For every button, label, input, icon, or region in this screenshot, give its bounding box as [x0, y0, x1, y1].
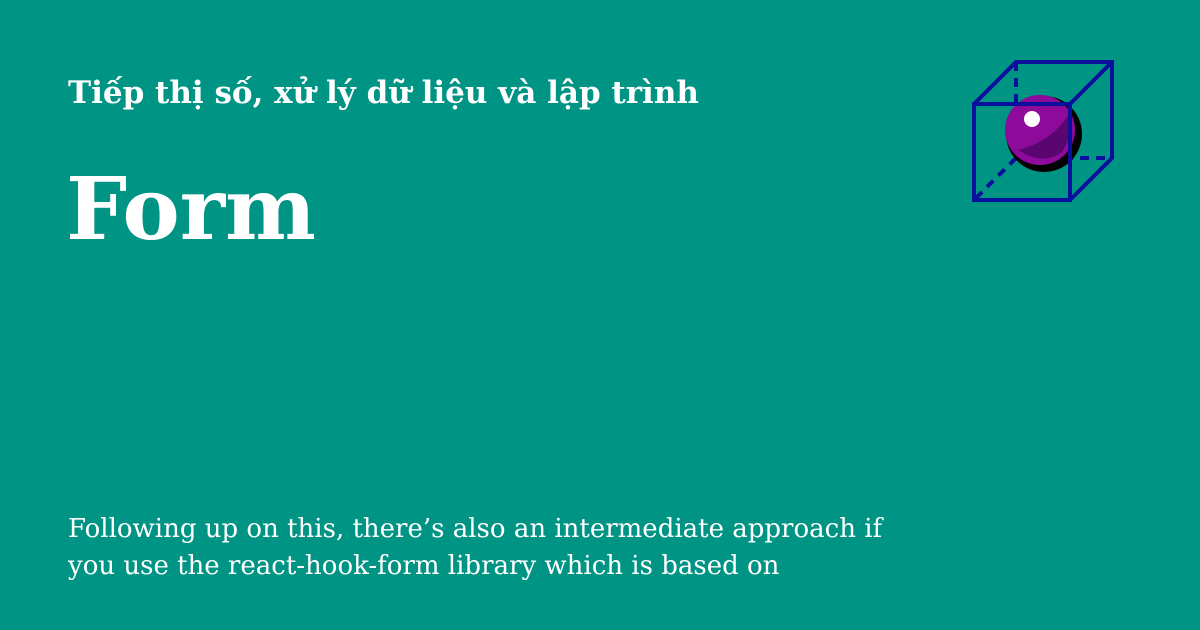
site-title: Tiếp thị số, xử lý dữ liệu và lập trình — [68, 75, 699, 111]
page-title: Form — [66, 159, 317, 260]
cube-sphere-icon — [972, 60, 1114, 202]
post-excerpt: Following up on this, there’s also an in… — [68, 514, 883, 581]
